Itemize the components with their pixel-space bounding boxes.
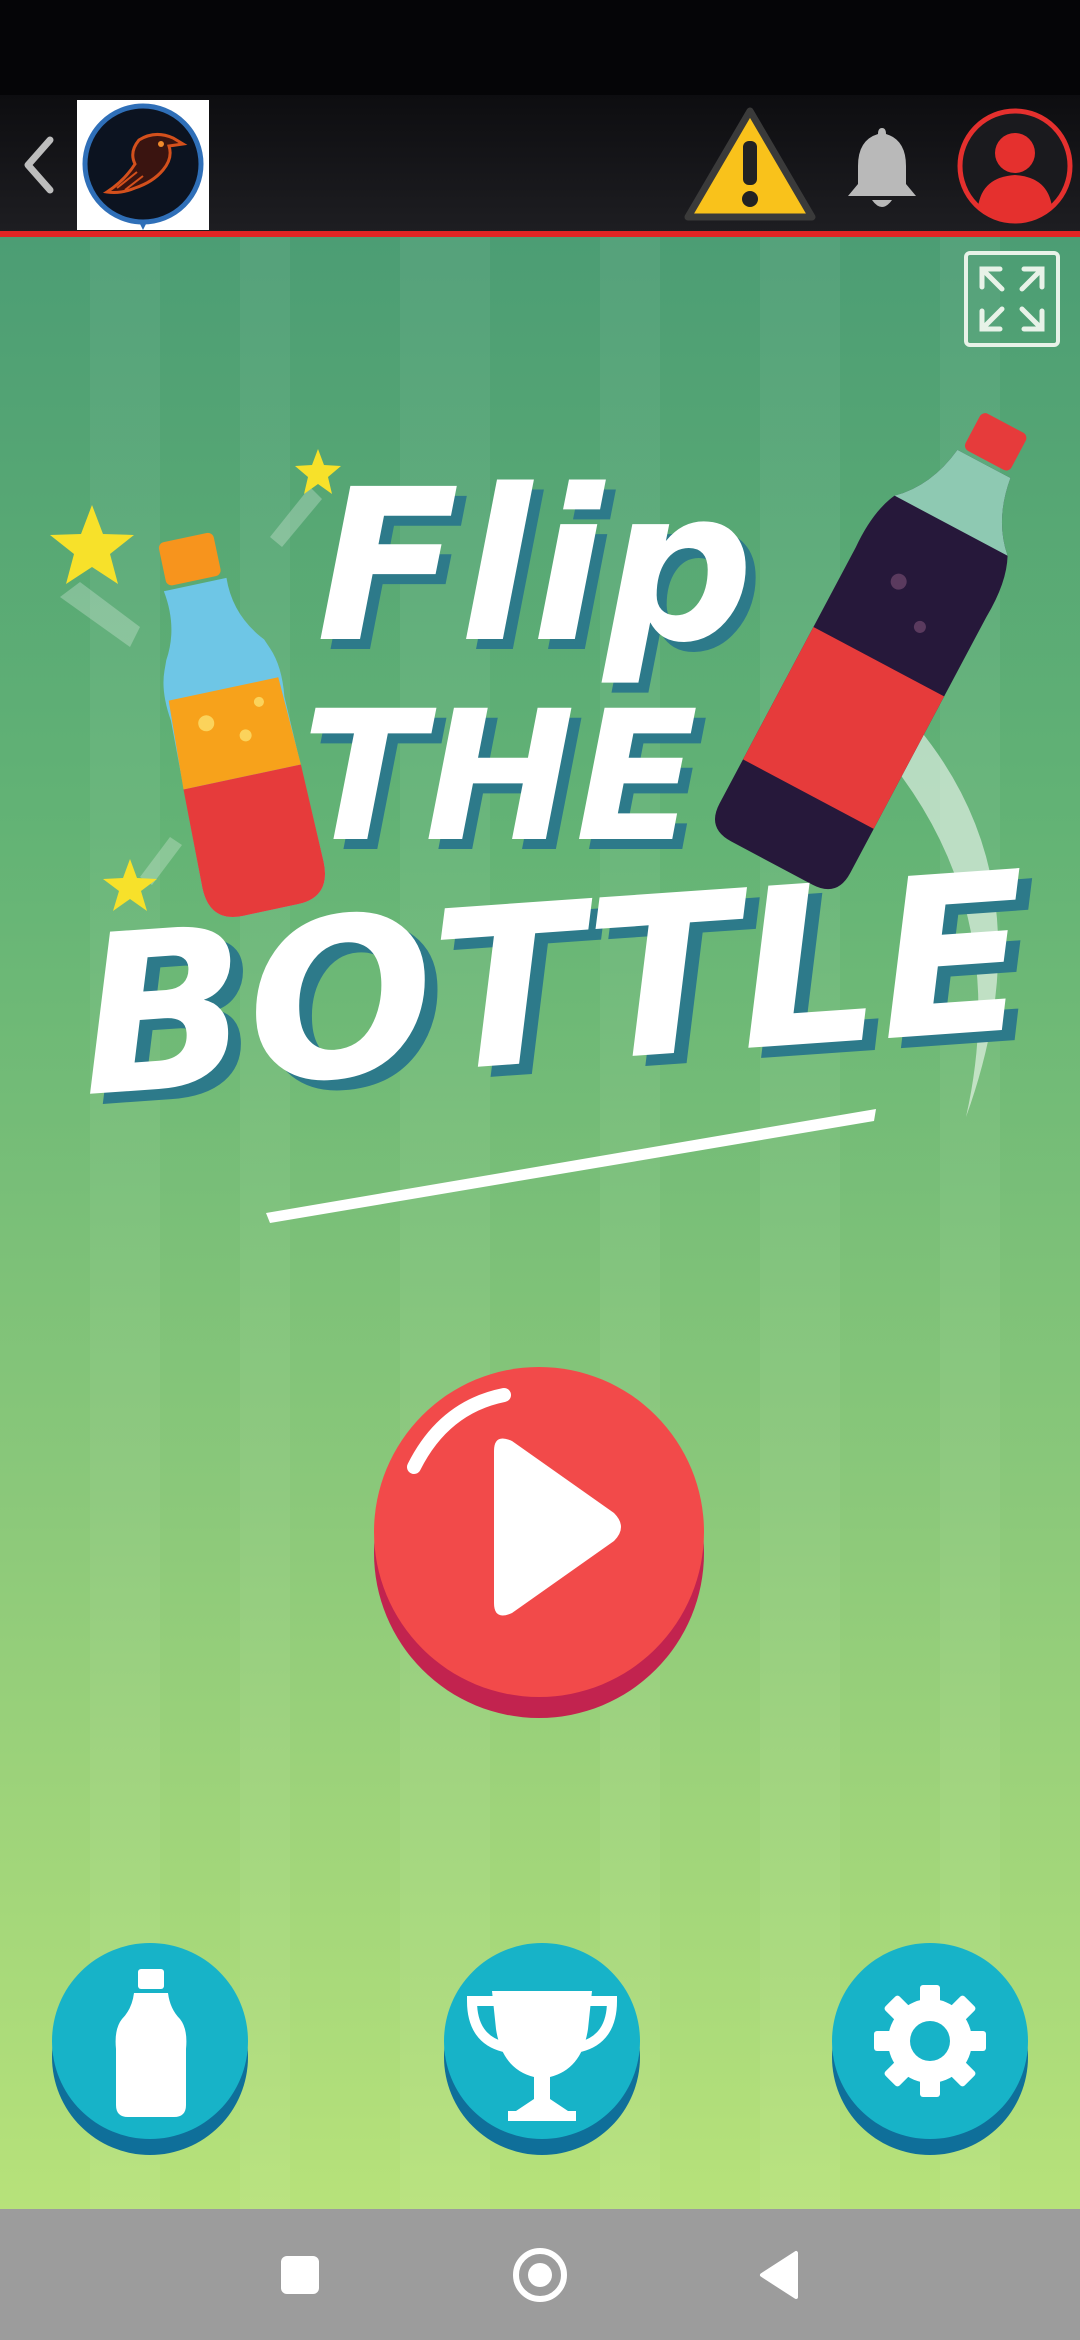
warning-icon	[684, 107, 816, 221]
square-icon	[281, 2256, 319, 2294]
game-logo: Flip Flip THE THE BOTTLE BOTTLE	[50, 413, 1050, 1223]
warning-button[interactable]	[682, 103, 818, 225]
circle-icon	[513, 2248, 567, 2302]
gear-icon	[832, 1943, 1028, 2155]
settings-button[interactable]	[830, 1939, 1030, 2159]
bottles-button[interactable]	[50, 1939, 250, 2159]
home-button[interactable]	[500, 2235, 580, 2315]
notifications-button[interactable]	[842, 122, 922, 212]
profile-button[interactable]	[956, 107, 1074, 225]
play-button[interactable]	[374, 1367, 704, 1723]
title-line-1: Flip	[316, 444, 754, 689]
user-icon	[957, 108, 1073, 224]
bell-icon	[848, 128, 916, 207]
trophy-icon	[444, 1943, 640, 2155]
bottle-icon	[52, 1943, 248, 2155]
back-nav-button[interactable]	[740, 2235, 820, 2315]
recent-apps-button[interactable]	[260, 2235, 340, 2315]
back-button[interactable]	[14, 130, 68, 200]
play-icon	[374, 1367, 704, 1718]
star-icon	[50, 505, 140, 647]
leaderboard-button[interactable]	[442, 1939, 642, 2159]
status-bar	[0, 0, 1080, 95]
chevron-left-icon	[24, 136, 54, 194]
triangle-back-icon	[760, 2251, 798, 2299]
eagle-logo-icon	[82, 103, 204, 230]
channel-logo[interactable]	[77, 100, 209, 230]
game-screen: Flip Flip THE THE BOTTLE BOTTLE	[0, 237, 1080, 2209]
